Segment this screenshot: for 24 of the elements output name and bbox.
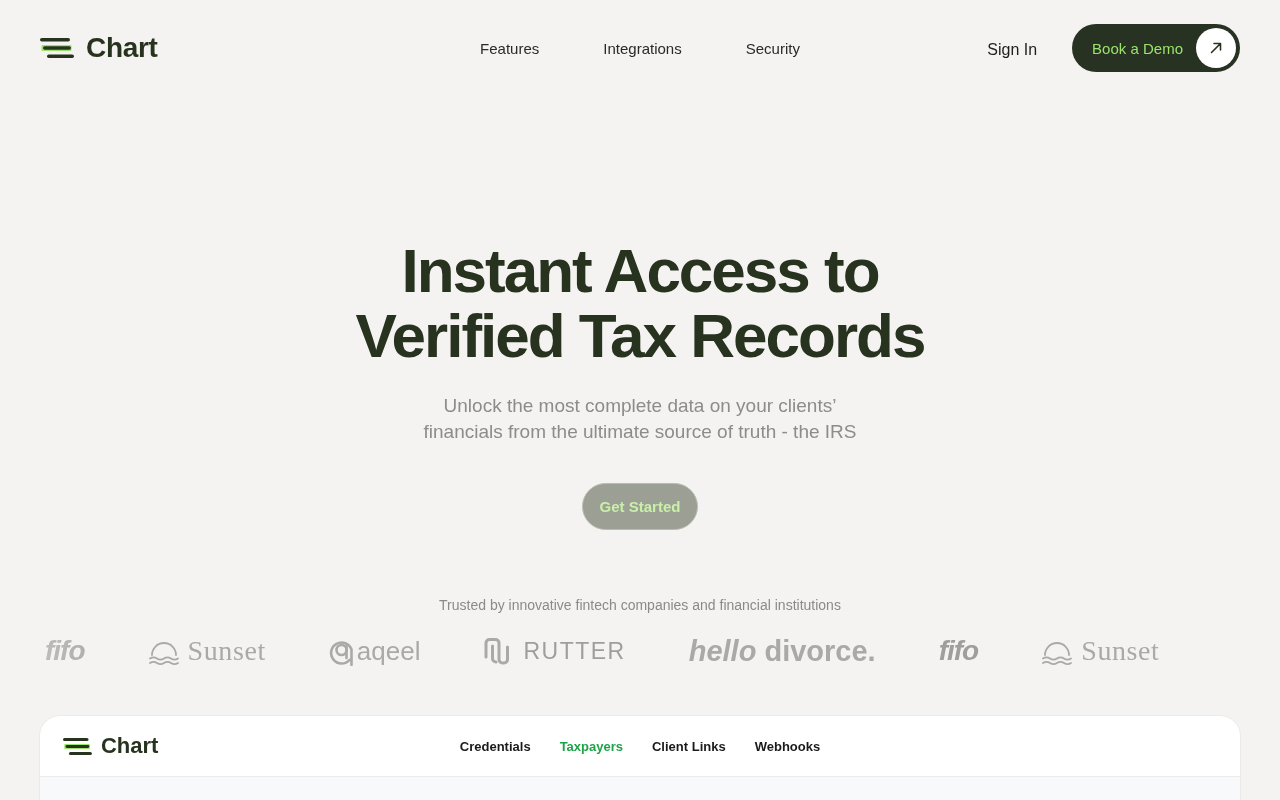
- arrow-up-right-icon: [1196, 28, 1236, 68]
- nav-link[interactable]: Integrations: [603, 39, 682, 57]
- trusted-caption: Trusted by innovative fintech companies and financial institutions: [439, 596, 841, 614]
- logo-wordmark: fifo: [45, 635, 85, 667]
- brand-name: Chart: [100, 733, 159, 759]
- logo-wordmark: fifo: [938, 635, 979, 667]
- nav-tab[interactable]: Webhooks: [754, 738, 821, 754]
- nav-tab[interactable]: Credentials: [459, 738, 531, 754]
- hero-subtitle: Unlock the most complete data on your clients’ financials from the ultimate source of truth - the IRS: [422, 394, 858, 444]
- logo-icon: [63, 737, 92, 755]
- book-demo-button[interactable]: Book a Demo: [1072, 24, 1240, 72]
- nav-link[interactable]: Security: [745, 39, 800, 57]
- logo-wordmark: aqeel: [356, 635, 421, 667]
- nav-tab[interactable]: Client Links: [652, 738, 726, 754]
- logo-wordmark: Sunset: [1081, 635, 1160, 667]
- logo-wordmark: hello divorce.: [688, 634, 876, 668]
- logo-wordmark: RUTTER: [523, 637, 626, 665]
- interlocked-brackets-icon: [483, 637, 512, 665]
- sign-in-link[interactable]: Sign In: [987, 40, 1038, 59]
- nav-link[interactable]: Features: [480, 39, 540, 57]
- brand-name: Chart: [86, 32, 158, 64]
- logo-icon: [40, 38, 74, 58]
- hero-heading: Instant Access to Verified Tax Records: [354, 238, 926, 368]
- logo-wordmark: Sunset: [187, 635, 266, 667]
